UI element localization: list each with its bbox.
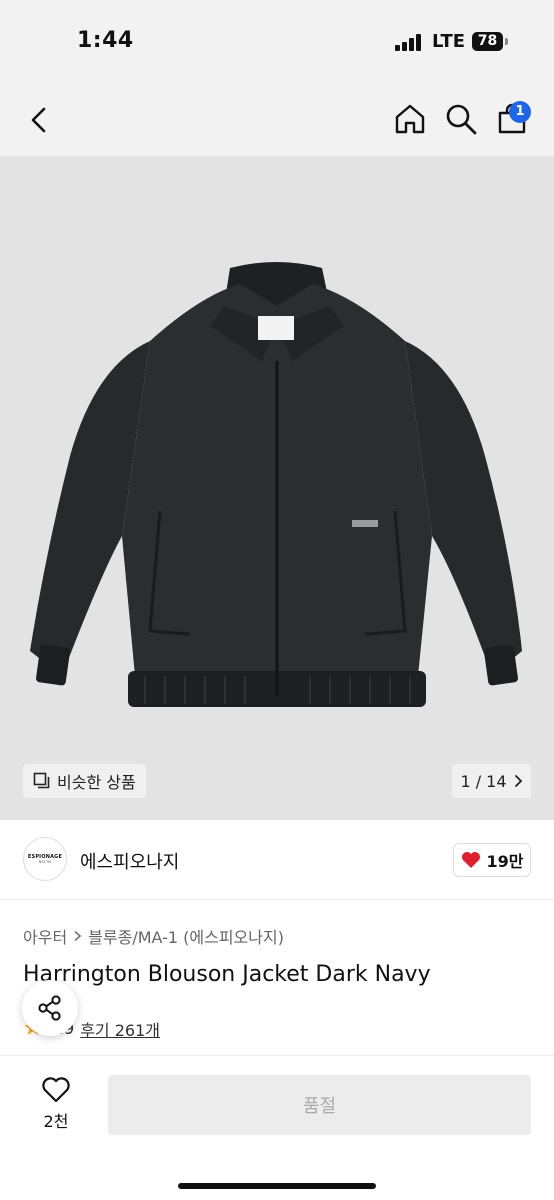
brand-row: ESPIONAGE NST'90 에스피오나지 19만 — [0, 820, 554, 900]
product-title: Harrington Blouson Jacket Dark Navy — [23, 962, 431, 987]
heart-outline-icon — [42, 1077, 70, 1103]
brand-like-count: 19만 — [486, 852, 524, 871]
image-counter[interactable]: 1 / 14 — [452, 764, 531, 798]
breadcrumb-category[interactable]: 아우터 — [23, 924, 67, 948]
home-icon[interactable] — [393, 102, 427, 136]
breadcrumb-subcategory[interactable]: 블루종/MA-1 (에스피오나지) — [88, 924, 284, 948]
similar-products-label: 비슷한 상품 — [57, 773, 136, 792]
breadcrumb: 아우터 블루종/MA-1 (에스피오나지) — [23, 924, 284, 948]
chevron-right-icon — [514, 775, 522, 787]
wishlist-count: 2천 — [43, 1112, 69, 1131]
status-bar: 1:44 LTE 78 — [0, 0, 554, 84]
sold-out-button[interactable]: 품절 — [108, 1075, 531, 1135]
brand-logo[interactable]: ESPIONAGE NST'90 — [23, 837, 67, 881]
heart-icon — [461, 852, 480, 868]
brand-logo-sub: NST'90 — [38, 860, 52, 864]
network-label: LTE — [432, 31, 466, 52]
search-icon[interactable] — [444, 102, 478, 136]
image-counter-label: 1 / 14 — [460, 771, 507, 791]
battery-icon: 78 — [472, 32, 503, 51]
brand-name[interactable]: 에스피오나지 — [80, 848, 179, 874]
signal-icon — [395, 33, 425, 51]
cart-badge: 1 — [509, 101, 531, 123]
home-indicator — [178, 1183, 376, 1189]
wishlist-button[interactable]: 2천 — [30, 1076, 82, 1132]
share-icon — [38, 995, 61, 1021]
battery-tip — [505, 38, 508, 45]
product-image-gallery[interactable] — [0, 156, 554, 820]
top-nav-bar — [0, 84, 554, 156]
similar-products-button[interactable]: 비슷한 상품 — [23, 764, 146, 798]
copy-icon — [33, 772, 50, 789]
product-image-jacket — [30, 262, 522, 707]
status-time: 1:44 — [77, 28, 134, 53]
bottom-action-bar: 2천 품절 — [0, 1055, 554, 1200]
chevron-right-icon — [74, 930, 82, 942]
reviews-link[interactable]: 후기 261개 — [80, 1017, 160, 1041]
brand-like-button[interactable]: 19만 — [453, 843, 531, 877]
back-icon[interactable] — [24, 104, 56, 136]
share-button[interactable] — [22, 980, 78, 1036]
